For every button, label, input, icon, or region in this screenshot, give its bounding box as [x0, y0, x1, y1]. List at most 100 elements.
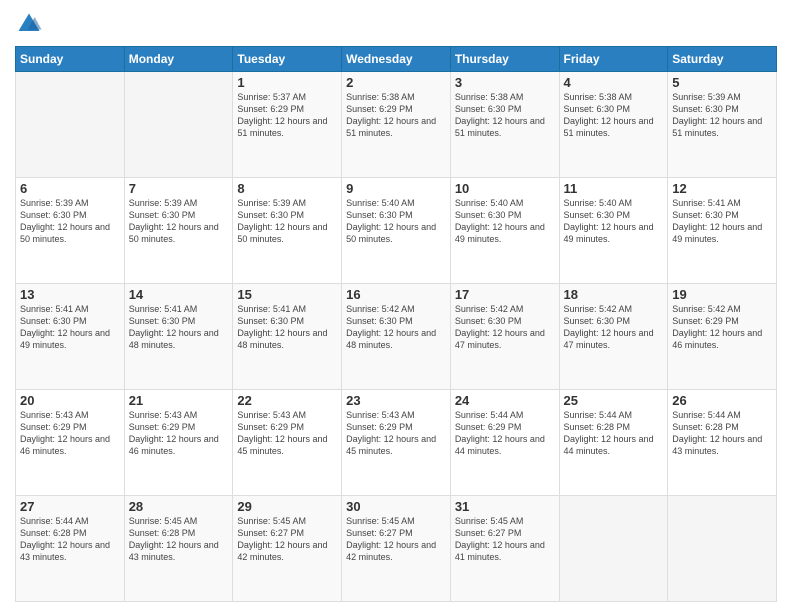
day-number: 13 — [20, 287, 120, 302]
day-number: 7 — [129, 181, 229, 196]
cell-detail: Sunrise: 5:45 AM Sunset: 6:28 PM Dayligh… — [129, 515, 229, 564]
cell-detail: Sunrise: 5:42 AM Sunset: 6:30 PM Dayligh… — [346, 303, 446, 352]
calendar-week-row: 6Sunrise: 5:39 AM Sunset: 6:30 PM Daylig… — [16, 178, 777, 284]
day-number: 29 — [237, 499, 337, 514]
day-number: 31 — [455, 499, 555, 514]
cell-detail: Sunrise: 5:44 AM Sunset: 6:29 PM Dayligh… — [455, 409, 555, 458]
calendar-cell: 15Sunrise: 5:41 AM Sunset: 6:30 PM Dayli… — [233, 284, 342, 390]
day-number: 10 — [455, 181, 555, 196]
day-number: 15 — [237, 287, 337, 302]
day-header-saturday: Saturday — [668, 47, 777, 72]
day-number: 27 — [20, 499, 120, 514]
calendar-week-row: 27Sunrise: 5:44 AM Sunset: 6:28 PM Dayli… — [16, 496, 777, 602]
day-number: 9 — [346, 181, 446, 196]
calendar-table: SundayMondayTuesdayWednesdayThursdayFrid… — [15, 46, 777, 602]
day-number: 8 — [237, 181, 337, 196]
cell-detail: Sunrise: 5:44 AM Sunset: 6:28 PM Dayligh… — [564, 409, 664, 458]
day-number: 16 — [346, 287, 446, 302]
calendar-cell: 5Sunrise: 5:39 AM Sunset: 6:30 PM Daylig… — [668, 72, 777, 178]
day-number: 20 — [20, 393, 120, 408]
calendar-cell: 14Sunrise: 5:41 AM Sunset: 6:30 PM Dayli… — [124, 284, 233, 390]
calendar-cell: 6Sunrise: 5:39 AM Sunset: 6:30 PM Daylig… — [16, 178, 125, 284]
cell-detail: Sunrise: 5:42 AM Sunset: 6:29 PM Dayligh… — [672, 303, 772, 352]
day-number: 24 — [455, 393, 555, 408]
cell-detail: Sunrise: 5:39 AM Sunset: 6:30 PM Dayligh… — [129, 197, 229, 246]
day-number: 30 — [346, 499, 446, 514]
calendar-cell: 4Sunrise: 5:38 AM Sunset: 6:30 PM Daylig… — [559, 72, 668, 178]
cell-detail: Sunrise: 5:40 AM Sunset: 6:30 PM Dayligh… — [455, 197, 555, 246]
cell-detail: Sunrise: 5:40 AM Sunset: 6:30 PM Dayligh… — [564, 197, 664, 246]
cell-detail: Sunrise: 5:40 AM Sunset: 6:30 PM Dayligh… — [346, 197, 446, 246]
calendar-cell: 16Sunrise: 5:42 AM Sunset: 6:30 PM Dayli… — [342, 284, 451, 390]
cell-detail: Sunrise: 5:39 AM Sunset: 6:30 PM Dayligh… — [237, 197, 337, 246]
day-header-monday: Monday — [124, 47, 233, 72]
calendar-cell: 20Sunrise: 5:43 AM Sunset: 6:29 PM Dayli… — [16, 390, 125, 496]
cell-detail: Sunrise: 5:41 AM Sunset: 6:30 PM Dayligh… — [20, 303, 120, 352]
day-number: 19 — [672, 287, 772, 302]
calendar-cell: 11Sunrise: 5:40 AM Sunset: 6:30 PM Dayli… — [559, 178, 668, 284]
day-number: 18 — [564, 287, 664, 302]
calendar-cell: 8Sunrise: 5:39 AM Sunset: 6:30 PM Daylig… — [233, 178, 342, 284]
cell-detail: Sunrise: 5:45 AM Sunset: 6:27 PM Dayligh… — [455, 515, 555, 564]
cell-detail: Sunrise: 5:41 AM Sunset: 6:30 PM Dayligh… — [672, 197, 772, 246]
calendar-cell: 23Sunrise: 5:43 AM Sunset: 6:29 PM Dayli… — [342, 390, 451, 496]
day-number: 28 — [129, 499, 229, 514]
calendar-cell: 1Sunrise: 5:37 AM Sunset: 6:29 PM Daylig… — [233, 72, 342, 178]
calendar-cell: 24Sunrise: 5:44 AM Sunset: 6:29 PM Dayli… — [450, 390, 559, 496]
calendar-cell — [559, 496, 668, 602]
calendar-cell: 28Sunrise: 5:45 AM Sunset: 6:28 PM Dayli… — [124, 496, 233, 602]
calendar-cell — [16, 72, 125, 178]
cell-detail: Sunrise: 5:43 AM Sunset: 6:29 PM Dayligh… — [237, 409, 337, 458]
calendar-cell: 21Sunrise: 5:43 AM Sunset: 6:29 PM Dayli… — [124, 390, 233, 496]
calendar-week-row: 13Sunrise: 5:41 AM Sunset: 6:30 PM Dayli… — [16, 284, 777, 390]
calendar-cell: 29Sunrise: 5:45 AM Sunset: 6:27 PM Dayli… — [233, 496, 342, 602]
calendar-cell: 31Sunrise: 5:45 AM Sunset: 6:27 PM Dayli… — [450, 496, 559, 602]
day-header-friday: Friday — [559, 47, 668, 72]
page: SundayMondayTuesdayWednesdayThursdayFrid… — [0, 0, 792, 612]
day-number: 2 — [346, 75, 446, 90]
day-header-tuesday: Tuesday — [233, 47, 342, 72]
calendar-cell: 10Sunrise: 5:40 AM Sunset: 6:30 PM Dayli… — [450, 178, 559, 284]
calendar-cell — [668, 496, 777, 602]
header — [15, 10, 777, 38]
cell-detail: Sunrise: 5:38 AM Sunset: 6:30 PM Dayligh… — [564, 91, 664, 140]
day-number: 12 — [672, 181, 772, 196]
day-number: 6 — [20, 181, 120, 196]
calendar-cell: 26Sunrise: 5:44 AM Sunset: 6:28 PM Dayli… — [668, 390, 777, 496]
day-number: 14 — [129, 287, 229, 302]
cell-detail: Sunrise: 5:41 AM Sunset: 6:30 PM Dayligh… — [237, 303, 337, 352]
calendar-cell: 7Sunrise: 5:39 AM Sunset: 6:30 PM Daylig… — [124, 178, 233, 284]
day-number: 17 — [455, 287, 555, 302]
day-header-thursday: Thursday — [450, 47, 559, 72]
day-number: 5 — [672, 75, 772, 90]
calendar-cell: 22Sunrise: 5:43 AM Sunset: 6:29 PM Dayli… — [233, 390, 342, 496]
calendar-cell: 2Sunrise: 5:38 AM Sunset: 6:29 PM Daylig… — [342, 72, 451, 178]
cell-detail: Sunrise: 5:44 AM Sunset: 6:28 PM Dayligh… — [672, 409, 772, 458]
calendar-cell: 19Sunrise: 5:42 AM Sunset: 6:29 PM Dayli… — [668, 284, 777, 390]
calendar-cell: 17Sunrise: 5:42 AM Sunset: 6:30 PM Dayli… — [450, 284, 559, 390]
cell-detail: Sunrise: 5:45 AM Sunset: 6:27 PM Dayligh… — [346, 515, 446, 564]
cell-detail: Sunrise: 5:38 AM Sunset: 6:30 PM Dayligh… — [455, 91, 555, 140]
cell-detail: Sunrise: 5:42 AM Sunset: 6:30 PM Dayligh… — [564, 303, 664, 352]
day-number: 11 — [564, 181, 664, 196]
cell-detail: Sunrise: 5:39 AM Sunset: 6:30 PM Dayligh… — [20, 197, 120, 246]
calendar-cell: 25Sunrise: 5:44 AM Sunset: 6:28 PM Dayli… — [559, 390, 668, 496]
calendar-cell: 12Sunrise: 5:41 AM Sunset: 6:30 PM Dayli… — [668, 178, 777, 284]
calendar-cell — [124, 72, 233, 178]
day-number: 1 — [237, 75, 337, 90]
calendar-header-row: SundayMondayTuesdayWednesdayThursdayFrid… — [16, 47, 777, 72]
cell-detail: Sunrise: 5:38 AM Sunset: 6:29 PM Dayligh… — [346, 91, 446, 140]
cell-detail: Sunrise: 5:42 AM Sunset: 6:30 PM Dayligh… — [455, 303, 555, 352]
cell-detail: Sunrise: 5:43 AM Sunset: 6:29 PM Dayligh… — [20, 409, 120, 458]
day-header-wednesday: Wednesday — [342, 47, 451, 72]
cell-detail: Sunrise: 5:44 AM Sunset: 6:28 PM Dayligh… — [20, 515, 120, 564]
calendar-cell: 9Sunrise: 5:40 AM Sunset: 6:30 PM Daylig… — [342, 178, 451, 284]
calendar-cell: 13Sunrise: 5:41 AM Sunset: 6:30 PM Dayli… — [16, 284, 125, 390]
day-header-sunday: Sunday — [16, 47, 125, 72]
cell-detail: Sunrise: 5:45 AM Sunset: 6:27 PM Dayligh… — [237, 515, 337, 564]
day-number: 4 — [564, 75, 664, 90]
cell-detail: Sunrise: 5:43 AM Sunset: 6:29 PM Dayligh… — [129, 409, 229, 458]
day-number: 3 — [455, 75, 555, 90]
day-number: 21 — [129, 393, 229, 408]
logo — [15, 10, 47, 38]
